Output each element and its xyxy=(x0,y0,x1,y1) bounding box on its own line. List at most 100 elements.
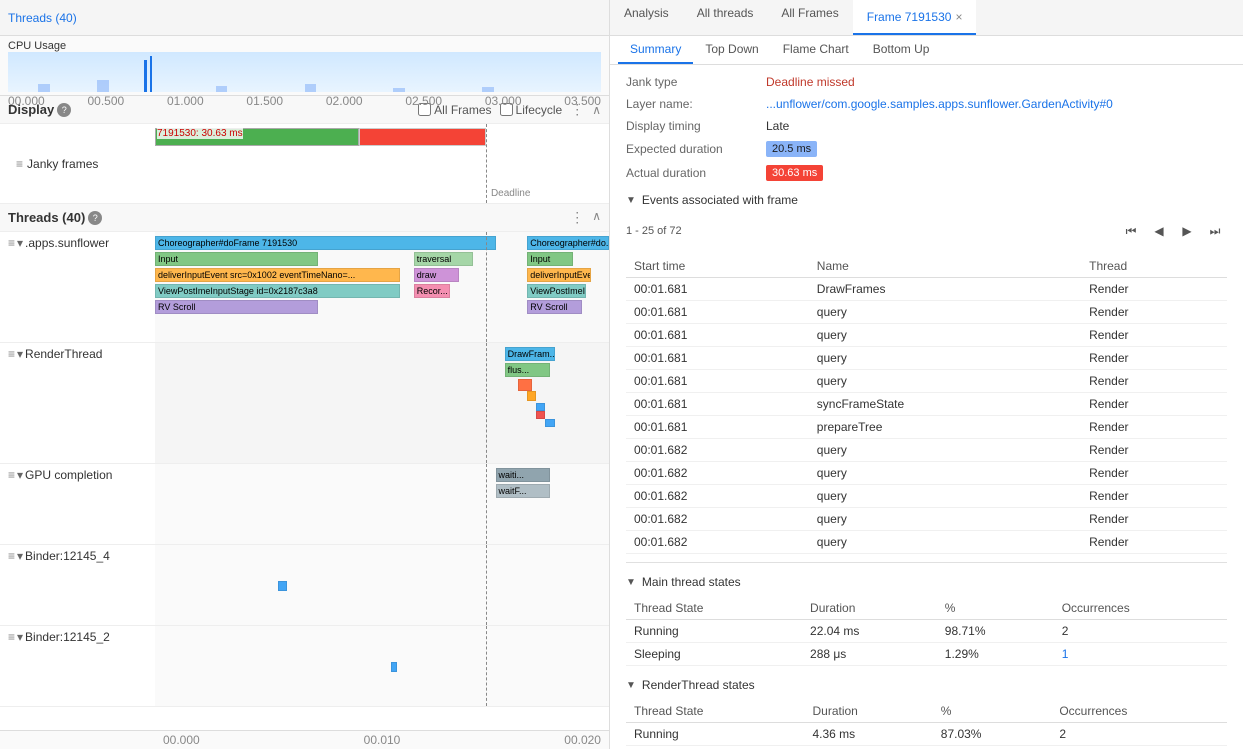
event-name[interactable]: query xyxy=(809,531,1081,554)
render-state-name: Running xyxy=(626,723,804,746)
flame-rvscroll[interactable]: RV Scroll xyxy=(155,300,318,314)
tab-frame-7191530[interactable]: Frame 7191530 × xyxy=(853,0,977,35)
prev-page-button[interactable]: ◀ xyxy=(1147,219,1171,243)
list-item: Running 22.04 ms 98.71% 2 xyxy=(626,620,1227,643)
event-name[interactable]: query xyxy=(809,508,1081,531)
flame-viewpost-2[interactable]: ViewPostImeInp... xyxy=(527,284,586,298)
flame-rvscroll-2[interactable]: RV Scroll xyxy=(527,300,581,314)
event-thread: Render xyxy=(1081,278,1227,301)
flame-tiny-4[interactable] xyxy=(536,411,545,419)
expand-arrow-icon[interactable]: ▾ xyxy=(17,236,23,250)
next-page-button[interactable]: ▶ xyxy=(1175,219,1199,243)
expand-arrow-gpu-icon[interactable]: ▾ xyxy=(17,468,23,482)
janky-hamburger-icon[interactable]: ≡ xyxy=(16,157,23,171)
flame-drawframes[interactable]: DrawFram... xyxy=(505,347,555,361)
expand-arrow-binder2-icon[interactable]: ▾ xyxy=(17,630,23,644)
binder2-content[interactable] xyxy=(155,626,609,706)
janky-frames-content[interactable]: 7191530: 30.63 ms Deadline xyxy=(155,124,609,203)
event-name[interactable]: query xyxy=(809,462,1081,485)
flame-record[interactable]: Recor... xyxy=(414,284,450,298)
flame-tiny-3[interactable] xyxy=(536,403,545,411)
frame-tab-close-icon[interactable]: × xyxy=(955,10,962,24)
analysis-tabs-bar: Analysis All threads All Frames Frame 71… xyxy=(610,0,1243,35)
expand-arrow-binder4-icon[interactable]: ▾ xyxy=(17,549,23,563)
table-row[interactable]: 00:01.682 query Render xyxy=(626,439,1227,462)
events-section-label: Events associated with frame xyxy=(642,193,798,207)
flame-choreographer-2[interactable]: Choreographer#do... xyxy=(527,236,609,250)
flame-tiny-1[interactable] xyxy=(518,379,532,391)
tab-all-threads[interactable]: All threads xyxy=(683,0,768,35)
flame-flush[interactable]: flus... xyxy=(505,363,550,377)
event-name[interactable]: query xyxy=(809,301,1081,324)
table-row[interactable]: 00:01.682 query Render xyxy=(626,485,1227,508)
table-row[interactable]: 00:01.681 query Render xyxy=(626,347,1227,370)
apps-sunflower-content[interactable]: Choreographer#doFrame 7191530 Choreograp… xyxy=(155,232,609,342)
flame-tiny-5[interactable] xyxy=(545,419,554,427)
render-thread-content[interactable]: DrawFram... flus... xyxy=(155,343,609,463)
flame-input[interactable]: Input xyxy=(155,252,318,266)
main-thread-states-header[interactable]: ▼ Main thread states xyxy=(626,575,1227,589)
state-percent: 98.71% xyxy=(937,620,1054,643)
tab-top-down[interactable]: Top Down xyxy=(693,36,770,64)
tab-analysis[interactable]: Analysis xyxy=(610,0,683,35)
event-thread: Render xyxy=(1081,462,1227,485)
table-row[interactable]: 00:01.681 query Render xyxy=(626,324,1227,347)
flame-input-2[interactable]: Input xyxy=(527,252,572,266)
tab-summary[interactable]: Summary xyxy=(618,36,693,64)
event-name[interactable]: DrawFrames xyxy=(809,278,1081,301)
table-row[interactable]: 00:01.682 query Render xyxy=(626,462,1227,485)
event-starttime: 00:01.681 xyxy=(626,301,809,324)
first-page-button[interactable]: ⏮ xyxy=(1119,219,1143,243)
event-name[interactable]: query xyxy=(809,324,1081,347)
table-row[interactable]: 00:01.682 query Render xyxy=(626,531,1227,554)
thread-row-apps-sunflower: ≡ ▾ .apps.sunflower Choreographer#doFram… xyxy=(0,232,609,343)
render-state-percent: 87.03% xyxy=(933,723,1052,746)
events-section-header[interactable]: ▼ Events associated with frame xyxy=(626,193,1227,207)
tab-bottom-up[interactable]: Bottom Up xyxy=(861,36,942,64)
thread-name-render: RenderThread xyxy=(25,347,102,361)
events-table: Start time Name Thread 00:01.681 DrawFra… xyxy=(626,255,1227,554)
event-name[interactable]: query xyxy=(809,439,1081,462)
threads-label: Threads (40) xyxy=(8,11,77,25)
last-page-button[interactable]: ⏭ xyxy=(1203,219,1227,243)
threads-info-icon[interactable]: ? xyxy=(88,211,102,225)
flame-traversal[interactable]: traversal xyxy=(414,252,473,266)
flame-wait1[interactable]: waiti... xyxy=(496,468,550,482)
event-name[interactable]: prepareTree xyxy=(809,416,1081,439)
flame-draw[interactable]: draw xyxy=(414,268,459,282)
events-section-arrow-icon: ▼ xyxy=(626,195,636,206)
apps-sunflower-label: ≡ ▾ .apps.sunflower xyxy=(0,232,155,342)
layer-name-value[interactable]: ...unflower/com.google.samples.apps.sunf… xyxy=(766,97,1113,111)
table-row[interactable]: 00:01.681 prepareTree Render xyxy=(626,416,1227,439)
binder4-content[interactable] xyxy=(155,545,609,625)
event-name[interactable]: query xyxy=(809,347,1081,370)
flame-binder2-block[interactable] xyxy=(391,662,397,672)
tab-flame-chart[interactable]: Flame Chart xyxy=(771,36,861,64)
event-starttime: 00:01.681 xyxy=(626,416,809,439)
janky-frames-row: ≡ Janky frames 7191530: 30.63 ms Deadlin… xyxy=(0,124,609,204)
flame-deliver-2[interactable]: deliverInputEven... xyxy=(527,268,591,282)
flame-wait2[interactable]: waitF... xyxy=(496,484,550,498)
thread-name-apps: .apps.sunflower xyxy=(25,236,109,250)
flame-binder4-block[interactable] xyxy=(278,581,287,591)
threads-kebab-icon[interactable]: ⋮ xyxy=(570,209,584,226)
table-row[interactable]: 00:01.681 DrawFrames Render xyxy=(626,278,1227,301)
gpu-content[interactable]: waiti... waitF... xyxy=(155,464,609,544)
flame-deliver[interactable]: deliverInputEvent src=0x1002 eventTimeNa… xyxy=(155,268,400,282)
event-name[interactable]: query xyxy=(809,485,1081,508)
expand-arrow-render-icon[interactable]: ▾ xyxy=(17,347,23,361)
threads-collapse-icon[interactable]: ∧ xyxy=(592,209,601,226)
flame-choreographer[interactable]: Choreographer#doFrame 7191530 xyxy=(155,236,496,250)
table-row[interactable]: 00:01.681 query Render xyxy=(626,301,1227,324)
table-row[interactable]: 00:01.682 query Render xyxy=(626,508,1227,531)
flame-tiny-2[interactable] xyxy=(527,391,536,401)
event-name[interactable]: query xyxy=(809,370,1081,393)
flame-viewpost[interactable]: ViewPostImeInputStage id=0x2187c3a8 xyxy=(155,284,400,298)
render-thread-states-header[interactable]: ▼ RenderThread states xyxy=(626,678,1227,692)
tab-all-frames[interactable]: All Frames xyxy=(767,0,852,35)
main-col-occurrences: Occurrences xyxy=(1054,597,1227,620)
table-row[interactable]: 00:01.681 query Render xyxy=(626,370,1227,393)
events-col-name: Name xyxy=(809,255,1081,278)
event-name[interactable]: syncFrameState xyxy=(809,393,1081,416)
table-row[interactable]: 00:01.681 syncFrameState Render xyxy=(626,393,1227,416)
